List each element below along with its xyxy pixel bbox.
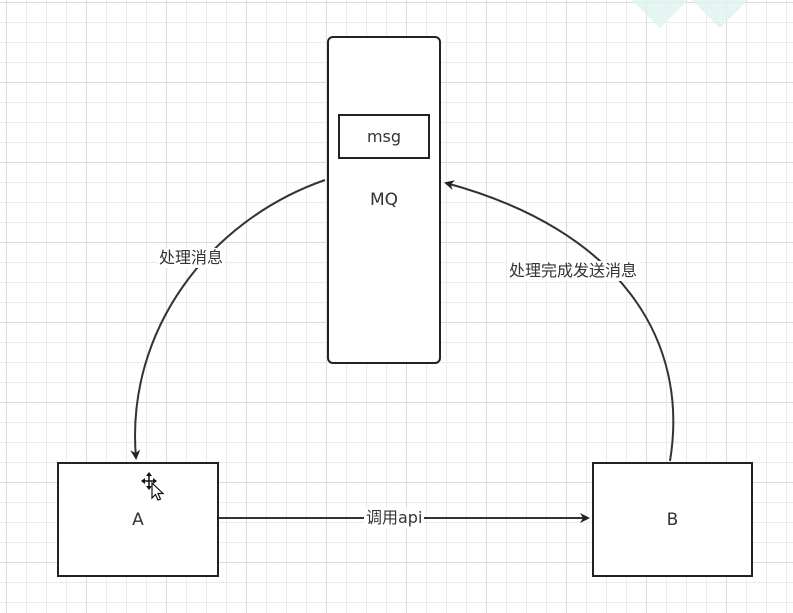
move-cursor-icon — [141, 472, 167, 506]
mq-node[interactable]: MQ — [327, 36, 441, 364]
edge-label-mq-to-a: 处理消息 — [157, 248, 226, 268]
node-a[interactable]: A — [57, 462, 219, 577]
node-b-label: B — [666, 509, 679, 530]
node-a-label: A — [132, 509, 144, 530]
msg-node[interactable]: msg — [338, 114, 430, 159]
edge-label-a-to-b: 调用api — [364, 508, 425, 528]
node-b[interactable]: B — [592, 462, 753, 577]
mq-label: MQ — [369, 190, 399, 210]
edge-mq-to-a[interactable] — [130, 179, 326, 460]
diagram-canvas: MQ msg A B 处理消息 处理完成发送消息 调用api — [0, 0, 793, 613]
edge-label-b-to-mq: 处理完成发送消息 — [507, 261, 640, 281]
edge-b-to-mq[interactable] — [444, 180, 675, 462]
